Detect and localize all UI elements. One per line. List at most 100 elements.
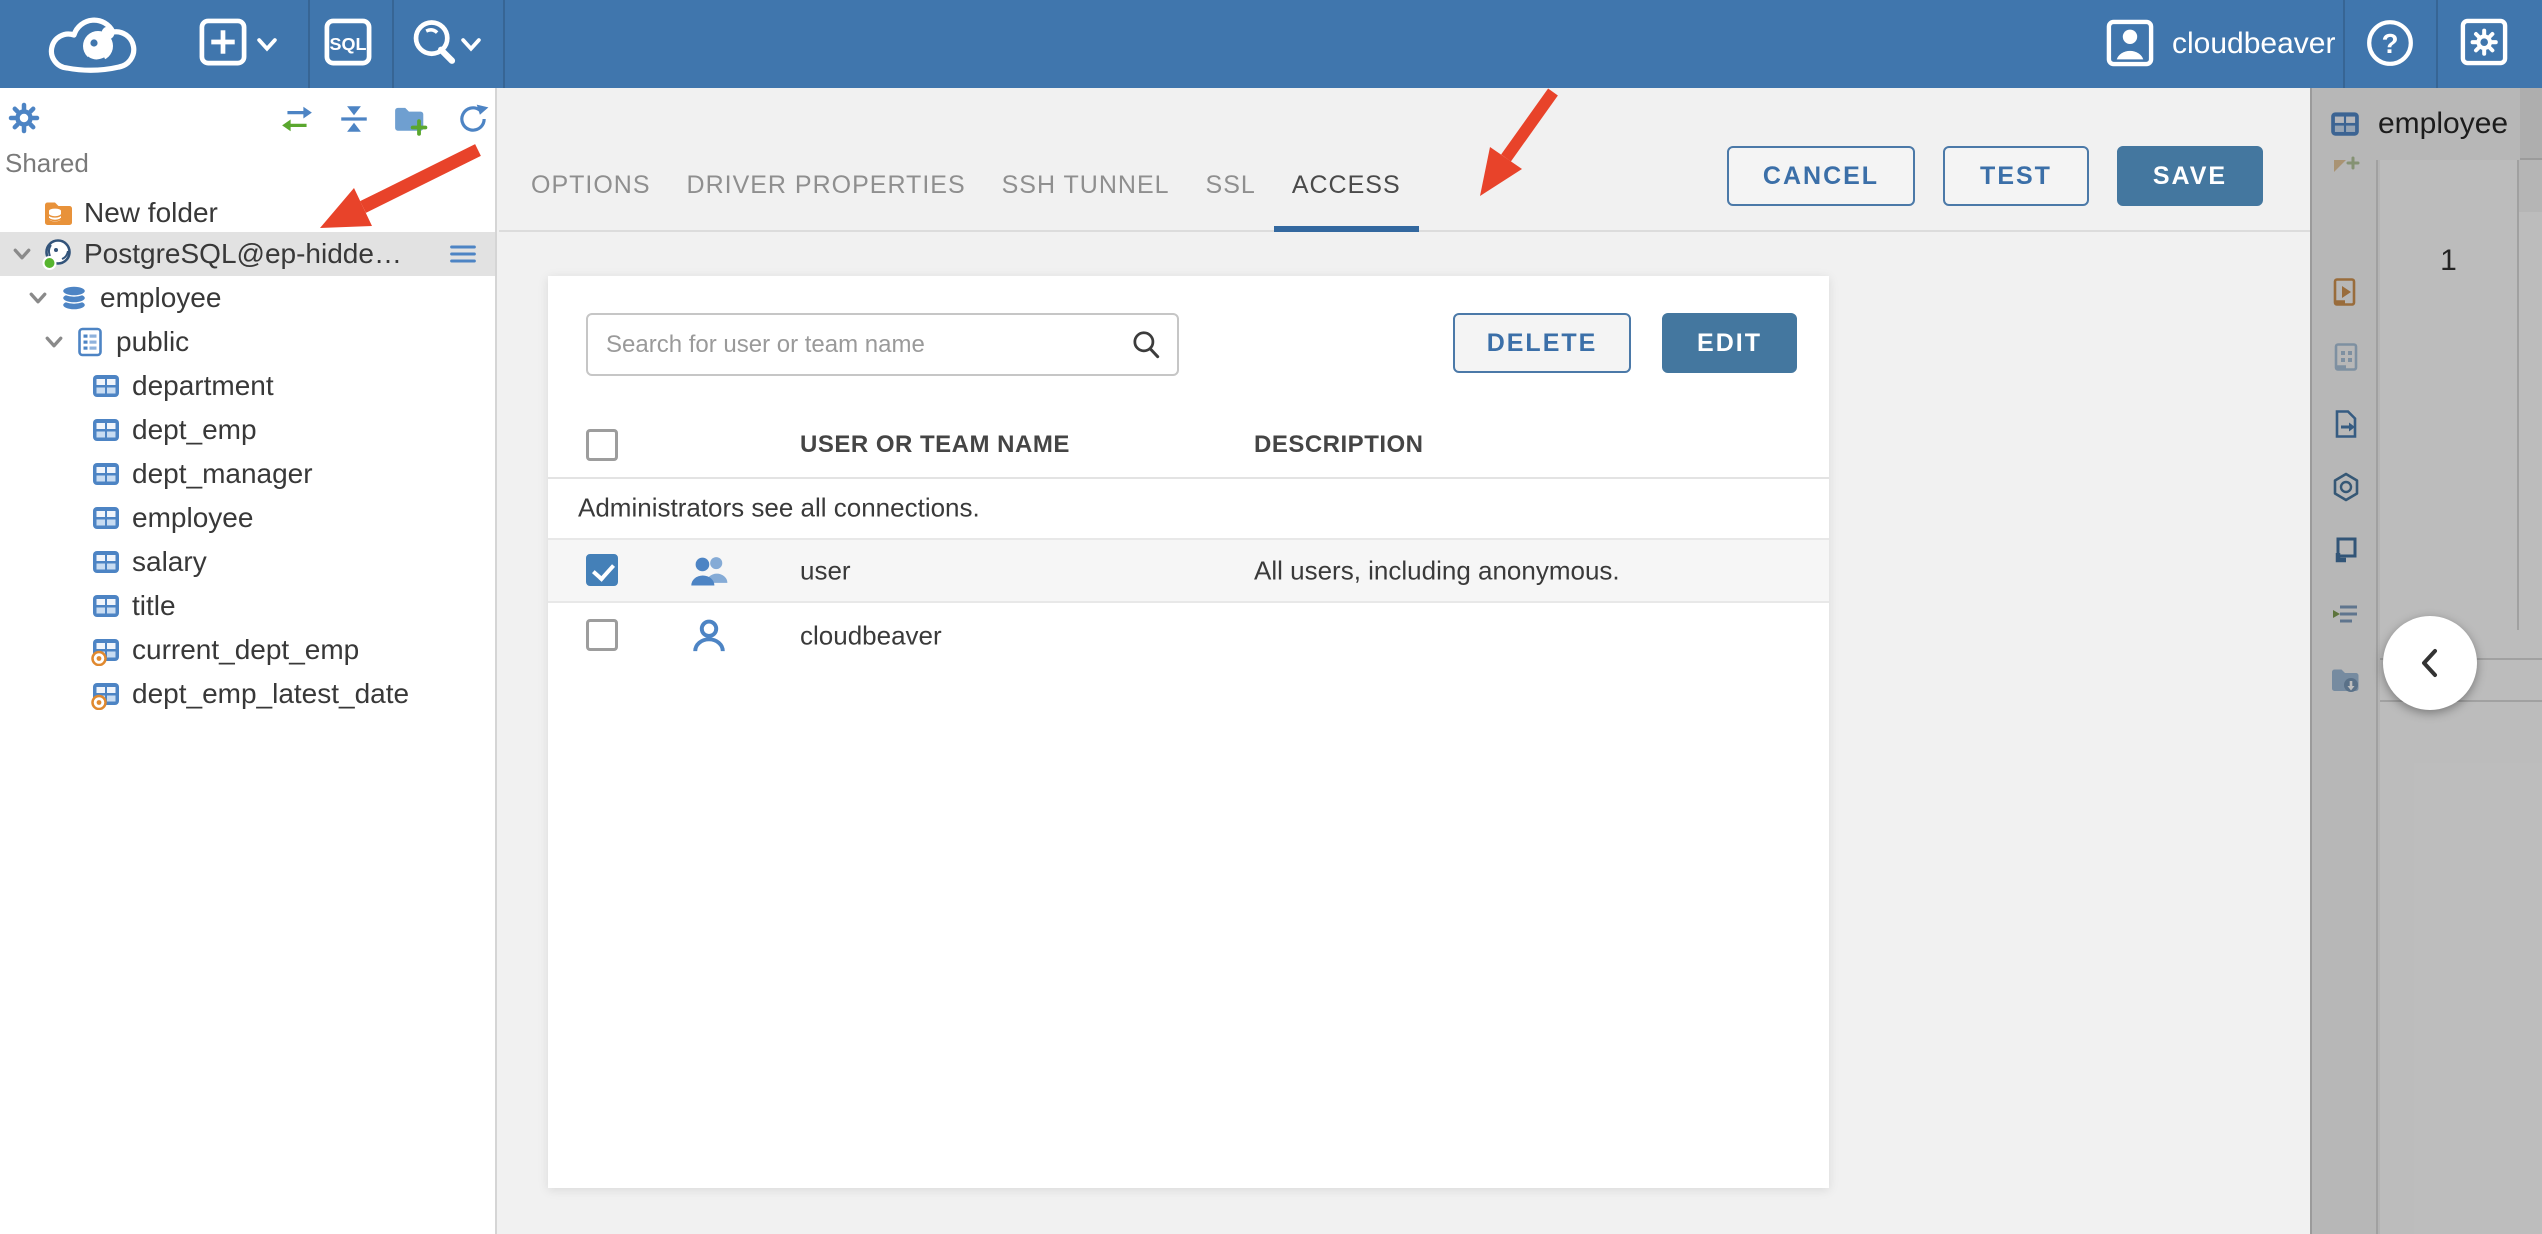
tree-item-label: New folder (84, 197, 218, 228)
tree-item-label: dept_manager (132, 458, 313, 489)
database-icon (58, 282, 90, 314)
tree-item-label: salary (132, 546, 207, 577)
tab-options[interactable]: OPTIONS (513, 144, 669, 232)
tree-item-database-employee[interactable]: employee (0, 276, 495, 320)
schema-icon (74, 326, 106, 358)
help-button[interactable]: ? (2364, 17, 2416, 69)
admin-notice-row: Administrators see all connections. (548, 478, 1829, 540)
user-avatar[interactable] (2105, 18, 2155, 68)
tree-item-label: title (132, 590, 176, 621)
row-description: All users, including anonymous. (1254, 555, 1620, 585)
new-connection-button[interactable] (198, 17, 248, 67)
tree-item-label: public (116, 326, 190, 357)
tree-item-postgresql-connection[interactable]: PostgreSQL@ep-hidden-... (0, 232, 495, 276)
tree-item-table-employee[interactable]: employee (0, 496, 495, 540)
add-folder-icon[interactable] (392, 102, 428, 136)
row-checkbox-cloudbeaver[interactable] (586, 619, 618, 651)
topbar-divider (503, 0, 505, 88)
sidebar-section-label: Shared (5, 148, 89, 178)
chevron-down-icon[interactable] (26, 286, 50, 310)
collapse-panel-button[interactable] (2383, 616, 2477, 710)
view-icon (90, 634, 122, 666)
search-icon[interactable] (1129, 328, 1163, 362)
tools-chevron-down-icon[interactable] (458, 33, 484, 55)
save-button[interactable]: SAVE (2117, 146, 2263, 206)
cloudbeaver-logo[interactable] (45, 6, 137, 82)
tree-item-schema-public[interactable]: public (0, 320, 495, 364)
row-name: user (800, 555, 851, 585)
table-icon (90, 458, 122, 490)
tree-item-table-title[interactable]: title (0, 584, 495, 628)
tree-item-table-salary[interactable]: salary (0, 540, 495, 584)
tree-item-label: current_dept_emp (132, 634, 360, 665)
tree-item-table-dept-manager[interactable]: dept_manager (0, 452, 495, 496)
sync-navigator-icon[interactable] (280, 102, 314, 136)
tree-item-view-current-dept-emp[interactable]: current_dept_emp (0, 628, 495, 672)
tree-item-view-dept-emp-latest-date[interactable]: dept_emp_latest_date (0, 672, 495, 716)
column-header-description: DESCRIPTION (1254, 431, 1424, 458)
access-settings-card: DELETE EDIT USER OR TEAM NAME DESCRIPTIO… (548, 276, 1829, 1188)
user-name-label[interactable]: cloudbeaver (2172, 0, 2335, 88)
tree-item-label: dept_emp (132, 414, 257, 445)
access-table-header: USER OR TEAM NAME DESCRIPTION (548, 413, 1829, 479)
top-bar: SQL cloudbeaver ? (0, 0, 2542, 88)
team-icon (688, 550, 730, 592)
tab-driver-properties[interactable]: DRIVER PROPERTIES (669, 144, 984, 232)
svg-text:?: ? (2382, 28, 2399, 59)
sql-editor-button[interactable]: SQL (323, 17, 373, 67)
tree-item-table-department[interactable]: department (0, 364, 495, 408)
tools-button[interactable] (409, 17, 459, 67)
access-toolbar: DELETE EDIT (1453, 313, 1797, 373)
postgresql-icon (42, 238, 74, 270)
user-icon (688, 615, 730, 657)
cancel-button[interactable]: CANCEL (1727, 146, 1915, 206)
tab-access[interactable]: ACCESS (1273, 144, 1419, 232)
settings-button[interactable] (2459, 17, 2509, 67)
tree-item-label: PostgreSQL@ep-hidden-... (84, 238, 414, 269)
svg-text:SQL: SQL (330, 34, 367, 54)
tab-ssl[interactable]: SSL (1188, 144, 1274, 232)
search-input[interactable] (588, 330, 1129, 359)
connection-settings-panel: OPTIONS DRIVER PROPERTIES SSH TUNNEL SSL… (499, 88, 2310, 1234)
select-all-checkbox[interactable] (586, 429, 618, 461)
data-editor-panel: employee 1 (2310, 88, 2542, 1234)
row-checkbox-user[interactable] (586, 554, 618, 586)
edit-button[interactable]: EDIT (1662, 313, 1797, 373)
tree-item-label: department (132, 370, 274, 401)
tree-item-new-folder[interactable]: New folder (0, 191, 495, 235)
tree-item-label: employee (132, 502, 254, 533)
search-box (586, 313, 1179, 376)
connection-menu-icon[interactable] (445, 240, 481, 268)
new-connection-chevron-down-icon[interactable] (254, 33, 280, 55)
refresh-icon[interactable] (456, 102, 490, 136)
admin-notice-text: Administrators see all connections. (578, 492, 980, 523)
topbar-divider (308, 0, 310, 88)
sidebar-toolbar (0, 98, 489, 138)
table-row-user[interactable]: user All users, including anonymous. (548, 540, 1829, 603)
folder-database-icon (42, 197, 74, 229)
table-icon (90, 414, 122, 446)
tree-item-label: employee (100, 282, 222, 313)
table-icon (90, 590, 122, 622)
dialog-action-buttons: CANCEL TEST SAVE (1727, 146, 2263, 206)
table-icon (90, 502, 122, 534)
connection-tabs: OPTIONS DRIVER PROPERTIES SSH TUNNEL SSL… (513, 144, 1419, 232)
delete-button[interactable]: DELETE (1453, 313, 1631, 373)
sidebar-settings-gear-icon[interactable] (8, 102, 40, 134)
tab-ssh-tunnel[interactable]: SSH TUNNEL (984, 144, 1188, 232)
navigation-sidebar: Shared New folder PostgreSQL@ep-hidden-.… (0, 88, 497, 1234)
chevron-down-icon[interactable] (42, 330, 66, 354)
table-icon (90, 546, 122, 578)
test-button[interactable]: TEST (1943, 146, 2089, 206)
table-row-cloudbeaver[interactable]: cloudbeaver (548, 603, 1829, 669)
table-icon (90, 370, 122, 402)
tree-item-table-dept-emp[interactable]: dept_emp (0, 408, 495, 452)
collapse-all-icon[interactable] (337, 102, 371, 136)
chevron-down-icon[interactable] (10, 242, 34, 266)
view-icon (90, 678, 122, 710)
tree-item-label: dept_emp_latest_date (132, 678, 410, 709)
row-name: cloudbeaver (800, 620, 942, 651)
column-header-name: USER OR TEAM NAME (800, 431, 1070, 458)
topbar-divider (392, 0, 394, 88)
topbar-divider (2436, 0, 2438, 88)
